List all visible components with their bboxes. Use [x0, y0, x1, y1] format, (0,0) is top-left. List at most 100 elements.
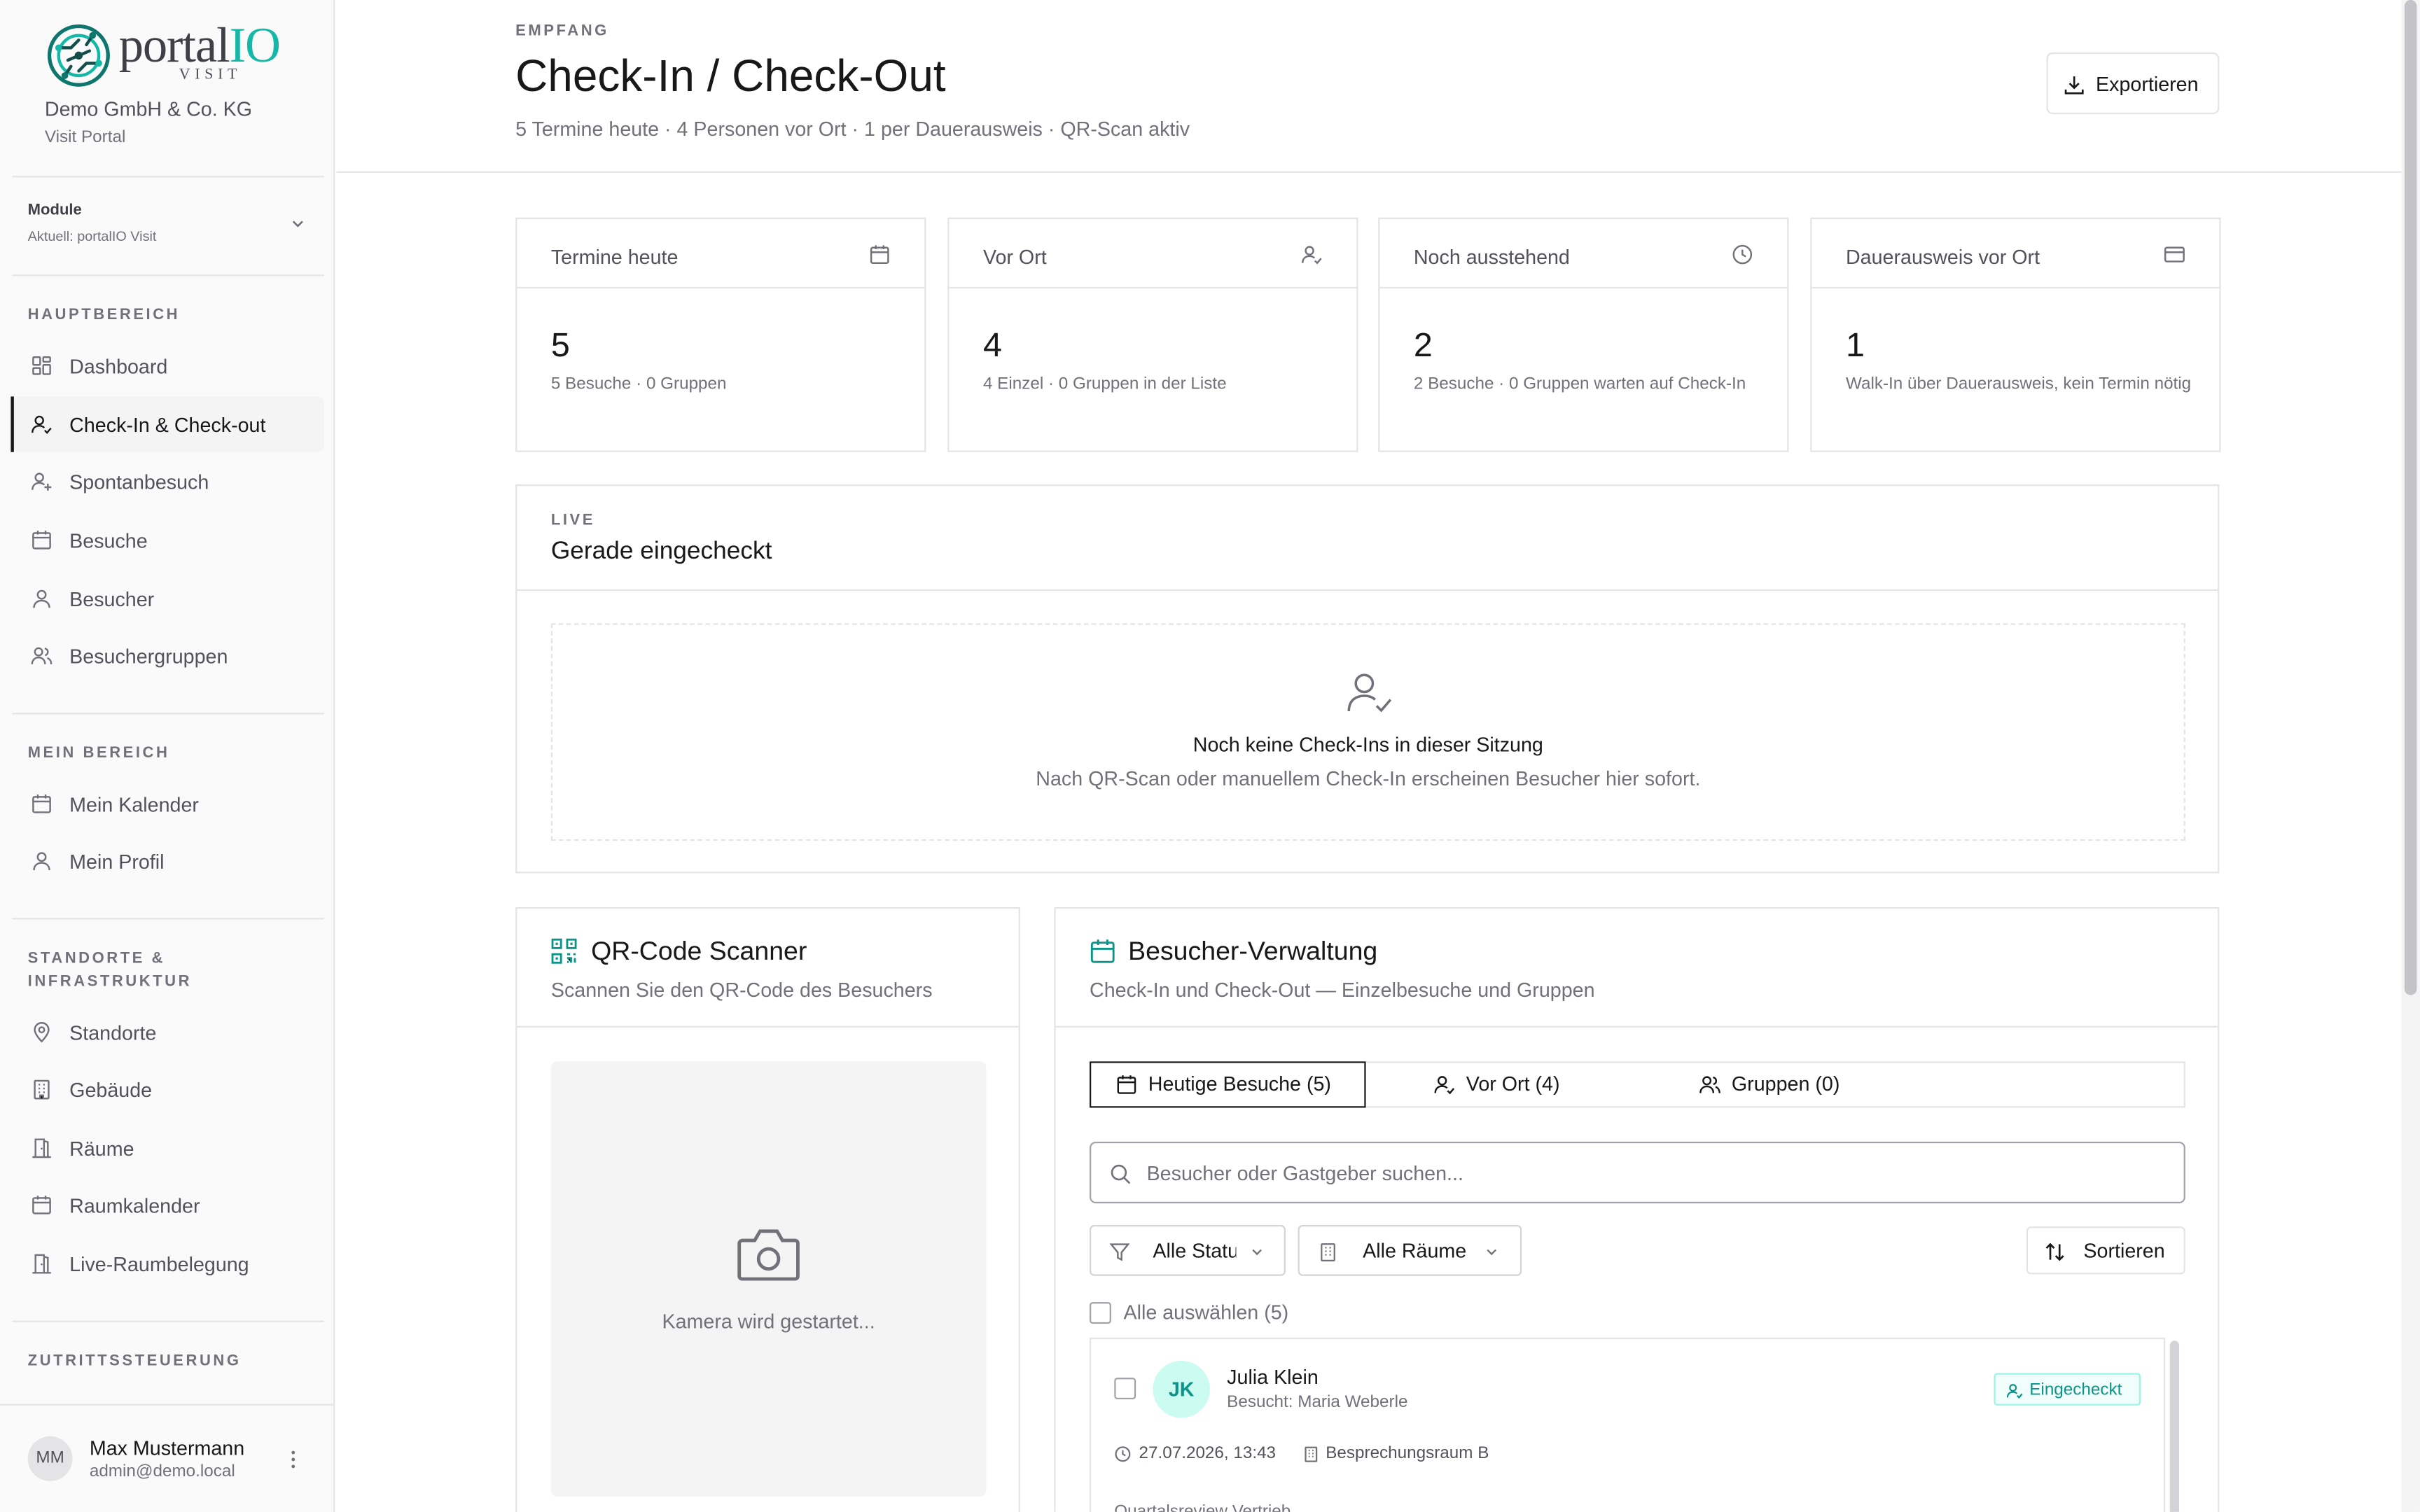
- section-label-hauptbereich: HAUPTBEREICH: [27, 307, 181, 324]
- calendar-icon: [1090, 939, 1115, 963]
- sidebar-item-mein-profil[interactable]: Mein Profil: [13, 833, 324, 888]
- sidebar-item-label: Spontanbesuch: [69, 470, 209, 494]
- chevron-down-icon: [1252, 1249, 1262, 1256]
- list-scrollbar[interactable]: [2169, 1340, 2180, 1512]
- sidebar-item-raeume[interactable]: Räume: [13, 1120, 324, 1175]
- sidebar-item-dashboard[interactable]: Dashboard: [13, 338, 324, 393]
- sidebar-divider: [12, 274, 324, 276]
- sidebar-item-raumkalender[interactable]: Raumkalender: [13, 1177, 324, 1233]
- sidebar-item-gebaeude[interactable]: Gebäude: [13, 1061, 324, 1116]
- stat-value: 4: [982, 326, 1002, 365]
- page-scrollbar[interactable]: [2401, 0, 2420, 1512]
- sidebar-item-live-raumbelegung[interactable]: Live-Raumbelegung: [13, 1236, 324, 1291]
- sidebar-item-mein-kalender[interactable]: Mein Kalender: [13, 776, 324, 832]
- sidebar-divider: [12, 713, 324, 715]
- more-vertical-icon[interactable]: [284, 1447, 302, 1471]
- sidebar-item-label: Besucher: [69, 587, 155, 611]
- live-title: Gerade eingecheckt: [550, 538, 772, 565]
- search-input[interactable]: [1146, 1155, 2150, 1190]
- chevron-down-icon: [1487, 1249, 1496, 1256]
- user-account[interactable]: MM Max Mustermann admin@demo.local: [0, 1404, 334, 1512]
- map-pin-icon: [34, 1022, 50, 1043]
- tab-gruppen[interactable]: Gruppen (0): [1641, 1063, 1912, 1107]
- camera-viewport[interactable]: Kamera wird gestartet...: [550, 1061, 987, 1497]
- sidebar-divider: [12, 918, 324, 920]
- sidebar-item-check-in[interactable]: Check-In & Check-out: [11, 396, 324, 452]
- building-icon: [34, 1079, 50, 1100]
- stat-card-termine: Termine heute 5 5 Besuche · 0 Gruppen: [515, 217, 926, 452]
- sidebar-divider: [12, 1320, 324, 1322]
- qr-scanner-title: QR-Code Scanner: [591, 936, 807, 966]
- visitor-management-title: Besucher-Verwaltung: [1128, 936, 1378, 966]
- portalio-logo[interactable]: portalIO VISIT: [43, 17, 314, 91]
- tab-label: Vor Ort (4): [1466, 1072, 1560, 1096]
- sidebar-item-label: Dashboard: [69, 354, 168, 378]
- sidebar-item-label: Raumkalender: [69, 1194, 200, 1217]
- status-filter[interactable]: Alle Status: [1090, 1224, 1286, 1276]
- sidebar-item-standorte[interactable]: Standorte: [13, 1004, 324, 1060]
- sidebar-item-label: Räume: [69, 1137, 134, 1161]
- export-button[interactable]: Exportieren: [2046, 52, 2220, 115]
- logo-wordmark: portalIO: [118, 17, 281, 73]
- sidebar-item-label: Live-Raumbelegung: [69, 1252, 249, 1276]
- visitor-search[interactable]: [1090, 1141, 2185, 1204]
- tab-vor-ort[interactable]: Vor Ort (4): [1369, 1063, 1641, 1107]
- visitor-management-subtitle: Check-In und Check-Out — Einzelbesuche u…: [1090, 978, 1595, 1002]
- sidebar-item-besucher[interactable]: Besucher: [13, 570, 324, 626]
- page-scrollbar-thumb[interactable]: [2404, 0, 2417, 995]
- calendar-icon: [32, 794, 51, 813]
- visitor-row[interactable]: JK Julia Klein Besucht: Maria Weberle Ei…: [1090, 1337, 2166, 1512]
- user-check-icon: [1347, 673, 1392, 713]
- section-label-zutrittssteuerung: ZUTRITTSSTEUERUNG: [27, 1352, 242, 1371]
- sort-button[interactable]: Sortieren: [2026, 1226, 2185, 1275]
- room-filter[interactable]: Alle Räume: [1298, 1224, 1522, 1276]
- search-icon: [1111, 1164, 1131, 1184]
- panel-divider: [517, 1026, 1019, 1028]
- visit-room-label: Besprechungsraum B: [1326, 1443, 1489, 1463]
- clock-icon: [1115, 1446, 1131, 1462]
- tab-heutige-besuche[interactable]: Heutige Besuche (5): [1090, 1061, 1366, 1108]
- avatar: JK: [1153, 1360, 1210, 1418]
- stat-label: Noch ausstehend: [1413, 245, 1570, 269]
- row-checkbox[interactable]: [1114, 1378, 1136, 1400]
- stat-value: 2: [1413, 326, 1433, 365]
- building-icon: [1305, 1446, 1318, 1462]
- stat-label: Termine heute: [550, 245, 679, 269]
- building-icon: [1321, 1243, 1335, 1261]
- visitor-management-panel: Besucher-Verwaltung Check-In und Check-O…: [1054, 906, 2220, 1512]
- sidebar-item-label: Besuchergruppen: [69, 645, 228, 668]
- sidebar-item-label: Mein Profil: [69, 850, 165, 874]
- user-icon: [33, 589, 50, 608]
- avatar: MM: [27, 1436, 73, 1481]
- sidebar-item-label: Standorte: [69, 1021, 157, 1045]
- door-icon: [32, 1138, 51, 1158]
- stat-card-vor-ort: Vor Ort 4 4 Einzel · 0 Gruppen in der Li…: [947, 217, 1358, 452]
- select-all-checkbox[interactable]: [1090, 1302, 1111, 1324]
- sidebar-item-besuche[interactable]: Besuche: [13, 512, 324, 568]
- card-icon: [2164, 246, 2185, 262]
- module-current: Aktuell: portalIO Visit: [27, 228, 157, 244]
- filter-icon: [1109, 1243, 1130, 1261]
- user-email: admin@demo.local: [89, 1462, 235, 1481]
- calendar-icon: [1117, 1075, 1136, 1094]
- stat-value: 1: [1845, 326, 1865, 365]
- room-filter-value: Alle Räume: [1363, 1238, 1467, 1262]
- sidebar-item-label: Gebäude: [69, 1078, 153, 1102]
- visitor-host: Besucht: Maria Weberle: [1227, 1393, 1408, 1412]
- user-check-icon: [32, 415, 52, 435]
- sidebar-item-spontanbesuch[interactable]: Spontanbesuch: [13, 454, 324, 509]
- portal-name: Visit Portal: [44, 127, 126, 147]
- sidebar-item-besuchergruppen[interactable]: Besuchergruppen: [13, 628, 324, 683]
- stat-description: 4 Einzel · 0 Gruppen in der Liste: [982, 374, 1227, 394]
- users-icon: [1699, 1076, 1720, 1093]
- stat-label: Dauerausweis vor Ort: [1845, 245, 2040, 269]
- stat-description: 5 Besuche · 0 Gruppen: [550, 374, 727, 394]
- module-selector[interactable]: Module Aktuell: portalIO Visit: [13, 188, 324, 259]
- page-eyebrow: EMPFANG: [515, 23, 609, 41]
- download-icon: [2064, 76, 2084, 94]
- stat-value: 5: [550, 326, 570, 365]
- calendar-icon: [32, 1196, 51, 1214]
- grid-icon: [32, 356, 51, 375]
- panel-divider: [517, 589, 2218, 592]
- calendar-icon: [870, 245, 889, 264]
